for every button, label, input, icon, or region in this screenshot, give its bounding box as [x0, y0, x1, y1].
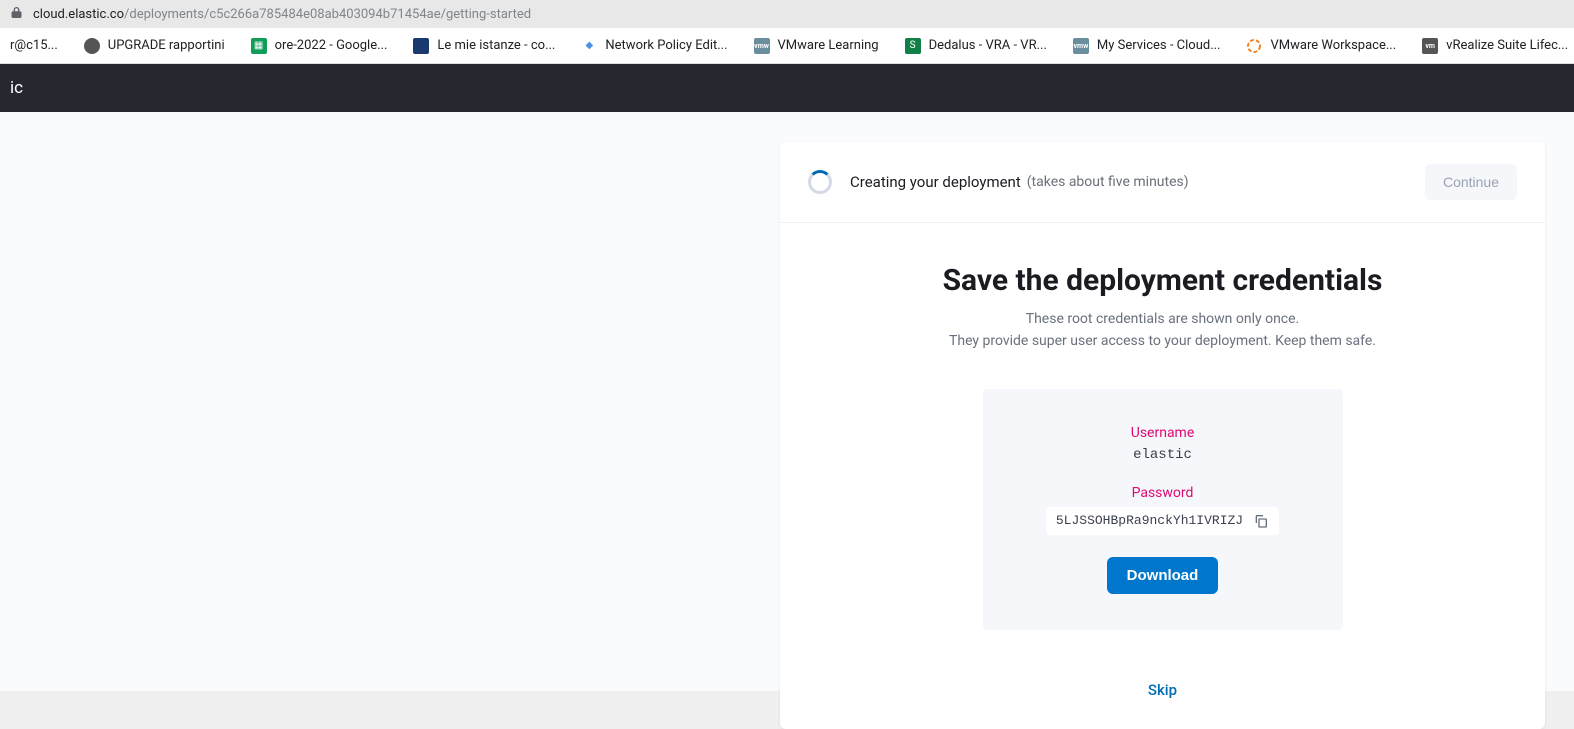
lock-icon: [10, 6, 23, 23]
bookmark-item[interactable]: Le mie istanze - co...: [409, 34, 559, 58]
continue-button[interactable]: Continue: [1425, 164, 1517, 200]
app-header: ic: [0, 64, 1574, 112]
copy-icon[interactable]: [1253, 513, 1269, 529]
vm-icon: vm: [1422, 38, 1438, 54]
bookmark-label: UPGRADE rapportini: [108, 38, 225, 53]
bookmarks-bar: r@c15... UPGRADE rapportini ▦ ore-2022 -…: [0, 28, 1574, 64]
skip-link[interactable]: Skip: [1148, 681, 1177, 699]
brand-text: ic: [10, 78, 23, 98]
credentials-box: Username elastic Password 5LJSSOHBpRa9nc…: [983, 389, 1343, 630]
bookmark-item[interactable]: UPGRADE rapportini: [80, 34, 229, 58]
site-icon: [413, 38, 429, 54]
sharepoint-icon: S: [905, 38, 921, 54]
creating-status-sub: (takes about five minutes): [1027, 174, 1189, 190]
bookmark-item[interactable]: ▦ ore-2022 - Google...: [247, 34, 392, 58]
site-icon: ◆: [581, 38, 597, 54]
skip-link-container: Skip: [820, 680, 1505, 699]
bookmark-label: r@c15...: [10, 38, 58, 53]
bookmark-label: ore-2022 - Google...: [275, 38, 388, 53]
bookmark-item[interactable]: vm vRealize Suite Lifec...: [1418, 34, 1572, 58]
panel-body: Save the deployment credentials These ro…: [780, 223, 1545, 729]
deployment-panel: Creating your deployment (takes about fi…: [780, 142, 1545, 729]
main-content: Creating your deployment (takes about fi…: [0, 112, 1574, 691]
username-value: elastic: [1003, 447, 1323, 463]
username-label: Username: [1003, 425, 1323, 441]
bookmark-item[interactable]: S Dedalus - VRA - VR...: [901, 34, 1051, 58]
bookmark-item[interactable]: ◆ Network Policy Edit...: [577, 34, 731, 58]
download-button[interactable]: Download: [1107, 557, 1219, 594]
bookmark-label: Le mie istanze - co...: [437, 38, 555, 53]
panel-title: Save the deployment credentials: [820, 263, 1505, 298]
vmware-ws-icon: [1246, 38, 1262, 54]
bookmark-label: VMware Learning: [778, 38, 879, 53]
bookmark-item[interactable]: r@c15...: [6, 34, 62, 57]
bookmark-label: My Services - Cloud...: [1097, 38, 1221, 53]
bookmark-label: Dedalus - VRA - VR...: [929, 38, 1047, 53]
password-label: Password: [1003, 485, 1323, 501]
panel-subtitle-line1: These root credentials are shown only on…: [820, 308, 1505, 330]
bookmark-label: vRealize Suite Lifec...: [1446, 38, 1568, 53]
spinner-icon: [808, 170, 832, 194]
url-path: /deployments/c5c266a785484e08ab403094b71…: [124, 7, 531, 22]
password-value: 5LJSSOHBpRa9nckYh1IVRIZJ: [1056, 513, 1243, 528]
bookmark-item[interactable]: VMware Workspace...: [1242, 34, 1400, 58]
bookmark-label: Network Policy Edit...: [605, 38, 727, 53]
bookmark-label: VMware Workspace...: [1270, 38, 1396, 53]
panel-header: Creating your deployment (takes about fi…: [780, 142, 1545, 223]
creating-status-text: Creating your deployment: [850, 173, 1021, 191]
browser-url-bar[interactable]: cloud.elastic.co/deployments/c5c266a7854…: [0, 0, 1574, 28]
password-row: 5LJSSOHBpRa9nckYh1IVRIZJ: [1046, 507, 1279, 535]
bookmark-item[interactable]: vmw VMware Learning: [750, 34, 883, 58]
sheets-icon: ▦: [251, 38, 267, 54]
globe-icon: [84, 38, 100, 54]
panel-subtitle-line2: They provide super user access to your d…: [820, 330, 1505, 352]
vmware-icon: vmw: [1073, 38, 1089, 54]
bookmark-item[interactable]: vmw My Services - Cloud...: [1069, 34, 1225, 58]
url-host: cloud.elastic.co: [33, 7, 124, 22]
vmware-icon: vmw: [754, 38, 770, 54]
